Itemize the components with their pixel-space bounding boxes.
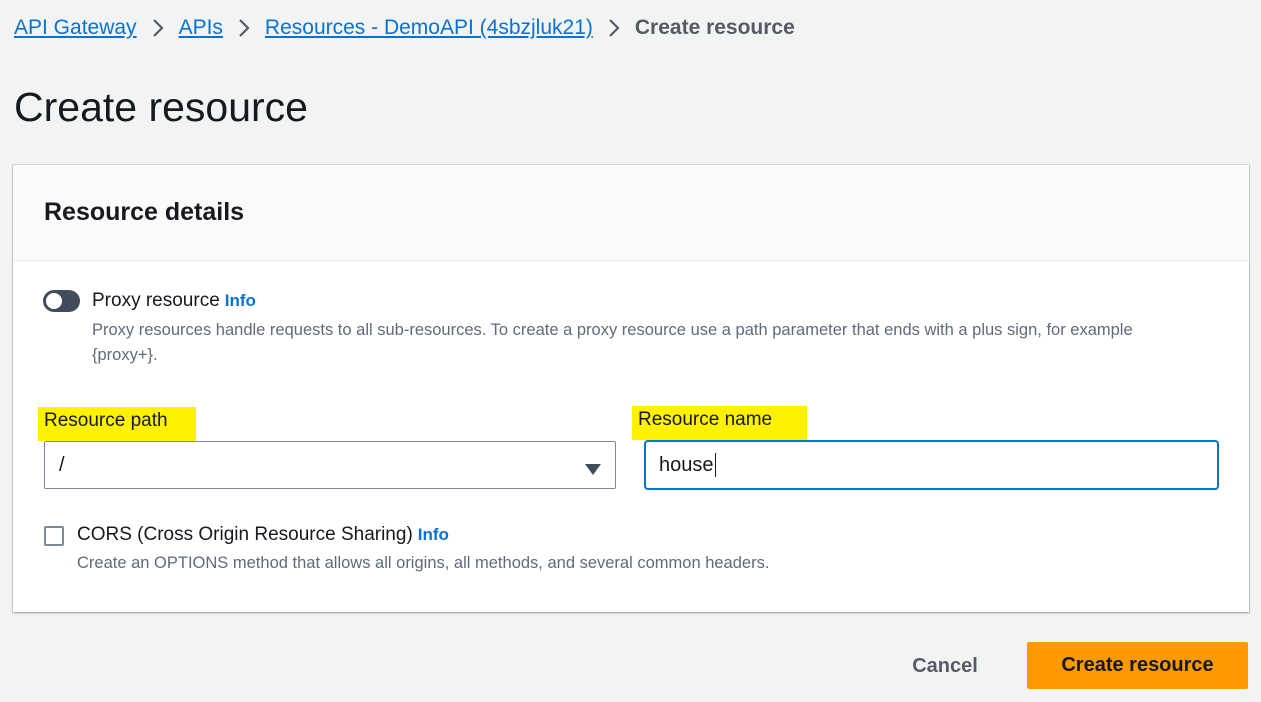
resource-name-value: house [659,453,714,476]
breadcrumb-apis[interactable]: APIs [179,14,223,42]
resource-name-label: Resource name [632,406,807,440]
breadcrumb-current: Create resource [634,16,795,39]
proxy-resource-label: Proxy resource Info [92,289,256,313]
cancel-button[interactable]: Cancel [890,644,1000,688]
cors-checkbox[interactable] [44,526,64,546]
text-cursor [714,453,716,477]
cors-info-link[interactable]: Info [418,525,449,544]
cors-label: CORS (Cross Origin Resource Sharing) Info [77,523,449,547]
create-resource-button[interactable]: Create resource [1027,642,1248,689]
toggle-knob [46,293,62,309]
resource-details-panel: Resource details Proxy resource Info Prox… [13,165,1249,612]
chevron-right-icon [223,14,265,42]
resource-path-value: / [59,453,65,476]
resource-name-input[interactable]: house [644,440,1219,490]
proxy-resource-description: Proxy resources handle requests to all s… [92,321,1133,364]
proxy-info-link[interactable]: Info [225,291,256,310]
proxy-resource-text: Proxy resource [92,290,220,311]
proxy-resource-toggle[interactable] [43,290,80,312]
resource-path-select[interactable]: / [44,441,616,489]
cors-label-text: CORS (Cross Origin Resource Sharing) [77,524,413,545]
breadcrumb-resources[interactable]: Resources - DemoAPI (4sbzjluk21) [265,14,593,42]
breadcrumb-api-gateway[interactable]: API Gateway [14,14,137,42]
chevron-right-icon [137,14,179,42]
breadcrumb: API Gateway APIs Resources - DemoAPI (4s… [14,14,795,42]
panel-header: Resource details [13,165,1249,261]
cors-description: Create an OPTIONS method that allows all… [77,554,770,572]
panel-title: Resource details [44,198,245,226]
resource-path-label: Resource path [38,407,196,441]
caret-down-icon [585,459,601,482]
page-title: Create resource [14,84,308,130]
chevron-right-icon [593,14,635,42]
